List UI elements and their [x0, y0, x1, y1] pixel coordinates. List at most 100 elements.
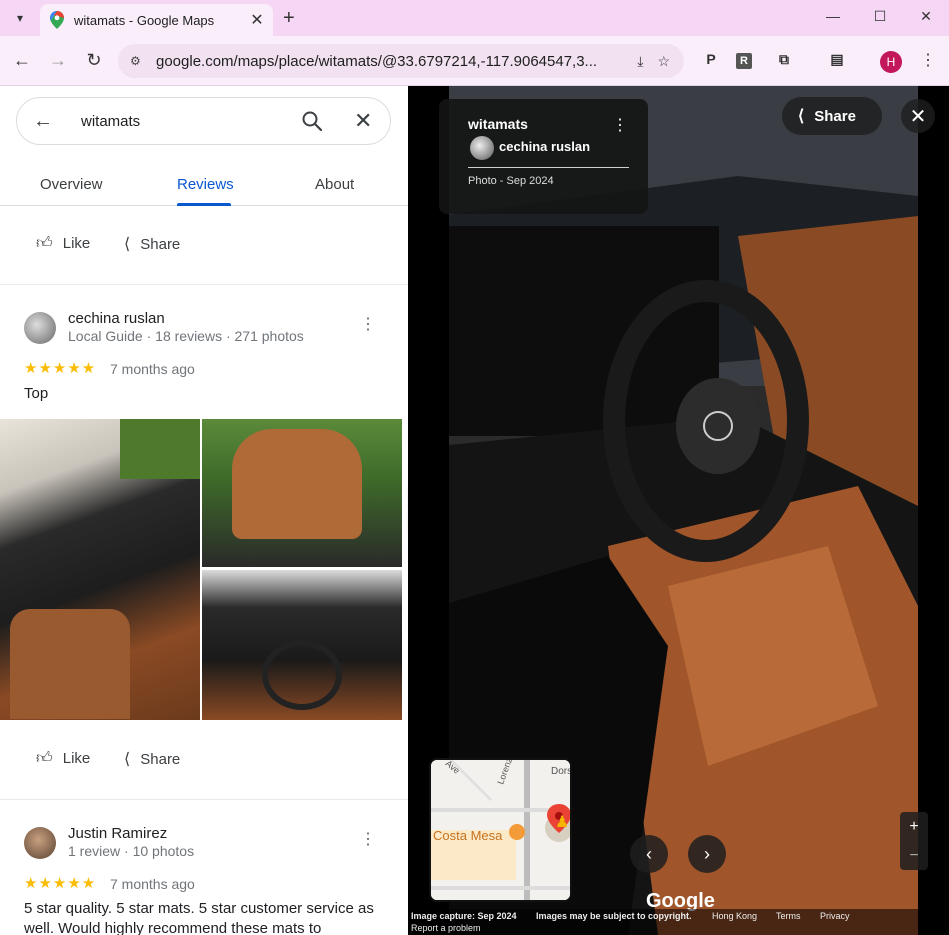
zoom-in-button[interactable]: +	[900, 812, 928, 841]
zoom-out-button[interactable]: −	[900, 841, 928, 870]
address-bar[interactable]: ⚙ google.com/maps/place/witamats/@33.679…	[118, 44, 684, 78]
divider	[0, 284, 408, 285]
viewer-share-label: Share	[814, 107, 856, 125]
review-time: 7 months ago	[110, 361, 195, 377]
review-photo[interactable]	[202, 570, 402, 720]
review-menu-icon[interactable]: ⋮	[360, 314, 376, 334]
maximize-button[interactable]: ☐	[870, 8, 890, 25]
chevron-down-icon: ▾	[16, 11, 24, 25]
privacy-link[interactable]: Privacy	[820, 911, 850, 921]
active-tab-indicator	[177, 203, 231, 206]
install-app-icon[interactable]: ⤓	[637, 53, 643, 70]
like-label: Like	[62, 750, 91, 767]
photo-date: Photo - Sep 2024	[468, 175, 554, 187]
pegman-icon[interactable]: ♟	[555, 812, 569, 832]
review-header: cechina ruslan Local Guide · 18 reviews …	[24, 310, 384, 350]
google-maps-pin-icon	[50, 11, 64, 29]
forward-button[interactable]: →	[47, 50, 69, 71]
reload-button[interactable]: ↻	[83, 50, 105, 71]
thumbs-up-icon: 👍︎	[36, 235, 53, 252]
review-menu-icon[interactable]: ⋮	[360, 829, 376, 849]
share-icon: ⟨	[124, 751, 131, 768]
like-button[interactable]: 👍︎ Like	[36, 234, 90, 253]
review-photo[interactable]	[202, 419, 402, 567]
thumbs-up-icon: 👍︎	[36, 750, 53, 767]
review-photo[interactable]	[0, 419, 200, 720]
share-icon: ⟨	[798, 108, 805, 125]
reviewer-name[interactable]: cechina ruslan	[68, 310, 165, 327]
image-capture-text: Image capture: Sep 2024	[411, 911, 517, 921]
extensions-puzzle-icon[interactable]: ⧉	[773, 51, 795, 68]
map-label-street: Dors	[551, 766, 572, 777]
review-stars: ★★★★★	[24, 360, 97, 377]
like-label: Like	[62, 235, 91, 252]
browser-tab[interactable]: witamats - Google Maps ✕	[40, 4, 273, 36]
terms-link[interactable]: Terms	[776, 911, 801, 921]
new-tab-button[interactable]: +	[283, 7, 295, 30]
share-button[interactable]: ⟨ Share	[124, 234, 180, 254]
reviewer-avatar[interactable]	[24, 312, 56, 344]
photo-author[interactable]: cechina ruslan	[499, 139, 590, 154]
chevron-left-icon: ‹	[646, 843, 652, 864]
browser-toolbar: ← → ↻ ⚙ google.com/maps/place/witamats/@…	[0, 36, 949, 86]
clear-search-icon[interactable]: ✕	[354, 108, 372, 134]
window-close-button[interactable]: ✕	[916, 8, 936, 25]
review-stars: ★★★★★	[24, 875, 97, 892]
reviewer-meta: 1 review · 10 photos	[68, 843, 195, 859]
site-info-icon[interactable]: ⚙	[130, 54, 150, 68]
like-button[interactable]: 👍︎ Like	[36, 749, 90, 768]
search-box: ← ✕	[16, 97, 391, 145]
search-icon[interactable]	[301, 110, 323, 132]
headrest-shape	[232, 429, 362, 539]
side-panel-icon[interactable]: ▤	[826, 51, 848, 68]
photo-menu-icon[interactable]: ⋮	[612, 115, 628, 135]
review-time: 7 months ago	[110, 876, 195, 892]
profile-avatar[interactable]: H	[880, 51, 902, 73]
tab-close-icon[interactable]: ✕	[247, 10, 267, 30]
share-button[interactable]: ⟨ Share	[124, 749, 180, 769]
search-input[interactable]	[81, 112, 281, 130]
photo-info-card: witamats ⋮ cechina ruslan Photo - Sep 20…	[439, 99, 648, 214]
viewer-close-icon[interactable]: ✕	[901, 99, 935, 133]
copyright-text: Images may be subject to copyright.	[536, 911, 692, 921]
tab-reviews[interactable]: Reviews	[177, 176, 234, 193]
map-label-place: Costa Mesa	[433, 828, 503, 843]
browser-tab-strip: ▾ witamats - Google Maps ✕ + — ☐ ✕	[0, 0, 949, 36]
back-arrow-icon[interactable]: ←	[33, 110, 63, 133]
share-label: Share	[140, 235, 181, 253]
url-text: google.com/maps/place/witamats/@33.67972…	[156, 52, 598, 70]
region-link[interactable]: Hong Kong	[712, 911, 757, 921]
viewer-footer: Image capture: Sep 2024 Images may be su…	[408, 909, 949, 935]
reviewer-avatar[interactable]	[24, 827, 56, 859]
photo-place-title[interactable]: witamats	[468, 116, 528, 132]
review-actions: 👍︎ Like ⟨ Share	[0, 739, 408, 779]
browser-menu-icon[interactable]: ⋮	[920, 50, 936, 70]
share-label: Share	[140, 750, 181, 768]
place-panel: ← ✕ Overview Reviews About 👍︎ Like ⟨ Sha…	[0, 86, 408, 935]
photo-viewer: witamats ⋮ cechina ruslan Photo - Sep 20…	[408, 86, 949, 935]
reviewer-name[interactable]: Justin Ramirez	[68, 825, 167, 842]
author-avatar[interactable]	[470, 136, 494, 160]
viewer-share-button[interactable]: ⟨ Share	[782, 97, 882, 135]
mini-map[interactable]: Costa Mesa Ave Lorenz Dors ♟	[429, 758, 572, 902]
minimize-button[interactable]: —	[823, 8, 843, 24]
chevron-right-icon: ›	[704, 843, 710, 864]
divider	[468, 167, 629, 168]
seat-shape	[10, 609, 130, 719]
tab-about[interactable]: About	[315, 176, 354, 193]
steering-wheel-shape	[262, 640, 342, 710]
tab-title: witamats - Google Maps	[74, 12, 215, 28]
next-photo-button[interactable]: ›	[688, 835, 726, 873]
tab-search-button[interactable]: ▾	[6, 5, 34, 31]
extension-r-icon[interactable]: R	[736, 53, 752, 69]
foliage-shape	[120, 419, 200, 479]
review-actions: 👍︎ Like ⟨ Share	[0, 224, 408, 264]
back-button[interactable]: ←	[11, 50, 33, 71]
previous-photo-button[interactable]: ‹	[630, 835, 668, 873]
bookmark-star-icon[interactable]: ☆	[657, 53, 670, 70]
review-text: 5 star quality. 5 star mats. 5 star cust…	[24, 900, 374, 935]
tab-overview[interactable]: Overview	[40, 176, 103, 193]
reviewer-meta: Local Guide · 18 reviews · 271 photos	[68, 328, 304, 344]
extension-p-icon[interactable]: P	[700, 51, 722, 67]
report-problem-link[interactable]: Report a problem	[411, 923, 481, 933]
